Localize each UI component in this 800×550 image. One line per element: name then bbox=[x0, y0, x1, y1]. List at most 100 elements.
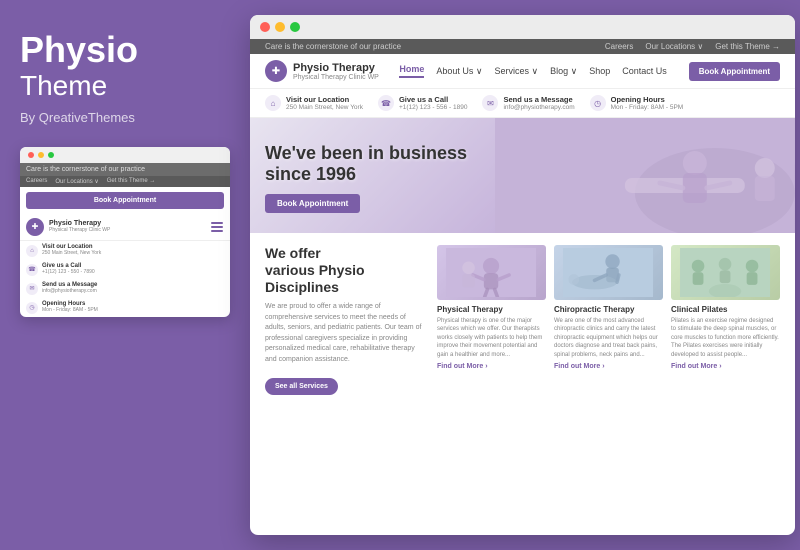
info-location: ⌂ Visit our Location 250 Main Street, Ne… bbox=[265, 95, 363, 111]
mini-info-email: ✉ Send us a Message info@physiotherapy.c… bbox=[20, 279, 230, 298]
card-pilates: Clinical Pilates Pilates is an exercise … bbox=[671, 245, 780, 395]
card-pilates-link[interactable]: Find out More › bbox=[671, 363, 780, 370]
top-link-theme[interactable]: Get this Theme → bbox=[715, 42, 780, 51]
nav-link-blog[interactable]: Blog ∨ bbox=[550, 66, 577, 77]
hero-image bbox=[495, 118, 795, 233]
mini-nav-locations[interactable]: Our Locations ∨ bbox=[55, 178, 98, 185]
nav-link-shop[interactable]: Shop bbox=[589, 66, 610, 76]
site-top-bar: Care is the cornerstone of our practice … bbox=[250, 39, 795, 54]
card-chiropractic: Chiropractic Therapy We are one of the m… bbox=[554, 245, 663, 395]
hero-line2: since 1996 bbox=[265, 164, 356, 184]
mini-top-bar: Care is the cornerstone of our practice bbox=[20, 163, 230, 176]
top-link-locations[interactable]: Our Locations ∨ bbox=[645, 42, 703, 51]
info-hours-label: Opening Hours bbox=[611, 95, 684, 104]
hero-line1: We've been in business bbox=[265, 143, 467, 163]
brand-title: Physio bbox=[20, 30, 230, 70]
site-nav-links: Home About Us ∨ Services ∨ Blog ∨ Shop C… bbox=[399, 62, 780, 81]
mini-nav-careers[interactable]: Careers bbox=[26, 178, 47, 185]
info-location-label: Visit our Location bbox=[286, 95, 363, 104]
card-chiro-link[interactable]: Find out More › bbox=[554, 363, 663, 370]
hero-text: We've been in business since 1996 Book A… bbox=[265, 143, 467, 213]
site-logo-name: Physio Therapy bbox=[293, 62, 379, 74]
heading-line1: We offer bbox=[265, 245, 321, 261]
mini-info-hours: ◷ Opening Hours Mon - Friday: 8AM - 5PM bbox=[20, 298, 230, 317]
site-logo-sub: Physical Therapy Clinic WP bbox=[293, 74, 379, 81]
brand-bold: Physio bbox=[20, 29, 138, 70]
site-logo: ✚ Physio Therapy Physical Therapy Clinic… bbox=[265, 60, 379, 82]
content-area: We offer various Physio Disciplines We a… bbox=[250, 233, 795, 407]
card-physical-title: Physical Therapy bbox=[437, 305, 546, 314]
mini-menu-icon[interactable] bbox=[210, 221, 224, 233]
info-hours-icon: ◷ bbox=[590, 95, 606, 111]
mini-dot-red bbox=[28, 152, 34, 158]
mini-site-sub: Physical Therapy Clinic WP bbox=[49, 227, 110, 233]
info-hours-val: Mon - Friday: 8AM - 5PM bbox=[611, 104, 684, 111]
nav-book-btn[interactable]: Book Appointment bbox=[689, 62, 780, 81]
heading-line3: Disciplines bbox=[265, 279, 339, 295]
site-logo-icon: ✚ bbox=[265, 60, 287, 82]
dot-red bbox=[260, 22, 270, 32]
mini-browser-bar bbox=[20, 147, 230, 163]
menu-line-3 bbox=[211, 230, 223, 232]
heading-line2: various Physio bbox=[265, 262, 365, 278]
right-panel: Care is the cornerstone of our practice … bbox=[250, 15, 795, 535]
hours-value: Mon - Friday: 8AM - 5PM bbox=[42, 307, 98, 313]
nav-link-about[interactable]: About Us ∨ bbox=[436, 66, 482, 77]
content-left: We offer various Physio Disciplines We a… bbox=[265, 245, 425, 395]
dot-yellow bbox=[275, 22, 285, 32]
card-chiro-title: Chiropractic Therapy bbox=[554, 305, 663, 314]
info-email-icon: ✉ bbox=[482, 95, 498, 111]
mini-book-btn[interactable]: Book Appointment bbox=[26, 192, 224, 209]
left-panel: Physio Theme By QreativeThemes Care is t… bbox=[0, 0, 250, 550]
brand-subtitle: Theme bbox=[20, 70, 230, 102]
card-physical-therapy: Physical Therapy Physical therapy is one… bbox=[437, 245, 546, 395]
hero-book-btn[interactable]: Book Appointment bbox=[265, 194, 360, 213]
info-strip: ⌂ Visit our Location 250 Main Street, Ne… bbox=[250, 89, 795, 118]
email-icon: ✉ bbox=[26, 283, 38, 295]
dot-green bbox=[290, 22, 300, 32]
info-location-icon: ⌂ bbox=[265, 95, 281, 111]
see-services-btn[interactable]: See all Services bbox=[265, 378, 338, 395]
menu-line-1 bbox=[211, 222, 223, 224]
email-value: info@physiotherapy.com bbox=[42, 288, 97, 294]
email-label: Send us a Message bbox=[42, 282, 97, 288]
location-icon: ⌂ bbox=[26, 245, 38, 257]
mini-nav-theme[interactable]: Get this Theme → bbox=[107, 178, 156, 185]
brand-by: By QreativeThemes bbox=[20, 110, 230, 125]
info-location-val: 250 Main Street, New York bbox=[286, 104, 363, 111]
info-email-val: info@physiotherapy.com bbox=[503, 104, 574, 111]
mini-dot-yellow bbox=[38, 152, 44, 158]
phone-value: +1(12) 123 - 550 - 7890 bbox=[42, 269, 95, 275]
nav-link-home[interactable]: Home bbox=[399, 64, 424, 78]
info-phone: ☎ Give us a Call +1(12) 123 - 556 - 1890 bbox=[378, 95, 467, 111]
mini-top-bar-text: Care is the cornerstone of our practice bbox=[26, 166, 145, 173]
site-top-links: Careers Our Locations ∨ Get this Theme → bbox=[605, 42, 780, 51]
browser-bar bbox=[250, 15, 795, 39]
card-pilates-img bbox=[671, 245, 780, 300]
mini-nav: Careers Our Locations ∨ Get this Theme → bbox=[20, 176, 230, 187]
info-phone-label: Give us a Call bbox=[399, 95, 467, 104]
card-chiro-text: We are one of the most advanced chiropra… bbox=[554, 317, 663, 359]
clock-icon: ◷ bbox=[26, 302, 38, 314]
mini-site-name: Physio Therapy bbox=[49, 220, 110, 227]
hero-section: We've been in business since 1996 Book A… bbox=[250, 118, 795, 233]
nav-link-contact[interactable]: Contact Us bbox=[622, 66, 667, 76]
info-email-label: Send us a Message bbox=[503, 95, 574, 104]
card-physical-text: Physical therapy is one of the major ser… bbox=[437, 317, 546, 359]
card-pilates-text: Pilates is an exercise regime designed t… bbox=[671, 317, 780, 359]
info-phone-icon: ☎ bbox=[378, 95, 394, 111]
mini-header: ✚ Physio Therapy Physical Therapy Clinic… bbox=[20, 214, 230, 241]
menu-line-2 bbox=[211, 226, 223, 228]
top-link-careers[interactable]: Careers bbox=[605, 42, 633, 51]
mini-avatar: ✚ bbox=[26, 218, 44, 236]
section-heading: We offer various Physio Disciplines bbox=[265, 245, 425, 295]
phone-icon: ☎ bbox=[26, 264, 38, 276]
card-physical-link[interactable]: Find out More › bbox=[437, 363, 546, 370]
card-pilates-title: Clinical Pilates bbox=[671, 305, 780, 314]
nav-link-services[interactable]: Services ∨ bbox=[494, 66, 538, 77]
mini-info-phone: ☎ Give us a Call +1(12) 123 - 550 - 7890 bbox=[20, 260, 230, 279]
info-hours: ◷ Opening Hours Mon - Friday: 8AM - 5PM bbox=[590, 95, 684, 111]
site-nav: ✚ Physio Therapy Physical Therapy Clinic… bbox=[250, 54, 795, 89]
hero-heading: We've been in business since 1996 bbox=[265, 143, 467, 186]
card-physical-img bbox=[437, 245, 546, 300]
